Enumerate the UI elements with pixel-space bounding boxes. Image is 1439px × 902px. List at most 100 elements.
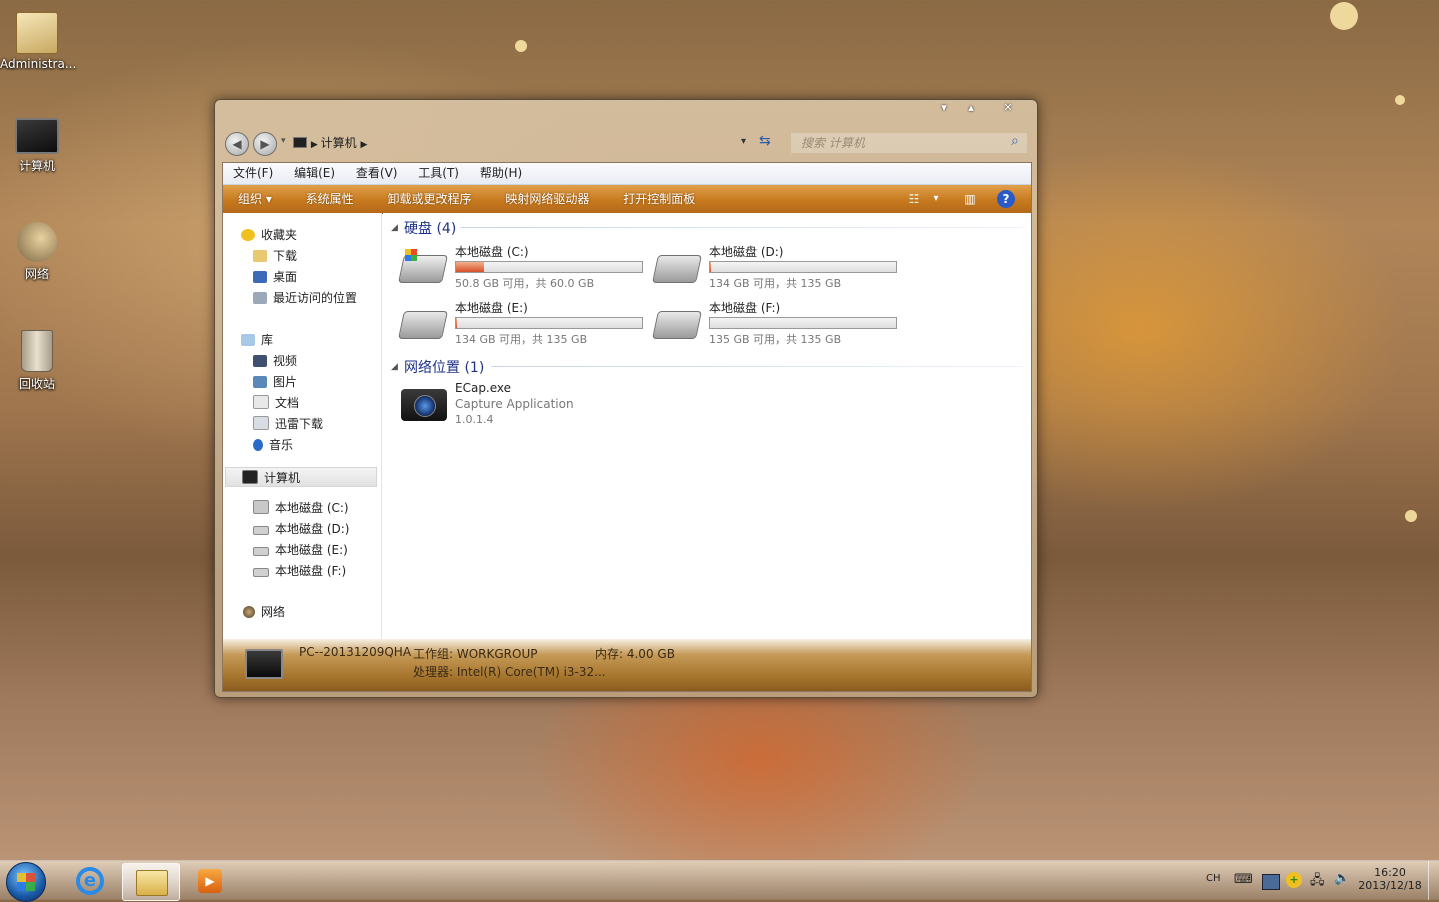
nav-drive-e[interactable]: 本地磁盘 (E:) (253, 540, 348, 560)
uninstall-program-button[interactable]: 卸载或更改程序 (373, 185, 487, 213)
nav-label: 本地磁盘 (E:) (275, 543, 348, 557)
nav-downloads[interactable]: 下载 (253, 246, 297, 266)
drive-info: 134 GB 可用，共 135 GB (709, 277, 842, 290)
computer-icon (15, 118, 59, 154)
tray-app-icon[interactable] (1262, 874, 1280, 890)
nav-desktop[interactable]: 桌面 (253, 267, 297, 287)
network-status-icon[interactable]: 🖧 (1310, 871, 1325, 893)
network-icon (17, 222, 57, 262)
desktop-icon-label: 网络 (24, 267, 49, 281)
explorer-body: 文件(F) 编辑(E) 查看(V) 工具(T) 帮助(H) 组织 ▾ 系统属性 … (222, 162, 1032, 692)
drive-usage-fill (456, 262, 485, 272)
nav-drive-c[interactable]: 本地磁盘 (C:) (253, 498, 349, 518)
map-network-drive-button[interactable]: 映射网络驱动器 (490, 185, 604, 213)
explorer-window: ▾ ▴ ✕ ◀ ▶ ▾ ▶ 计算机 ▶ ▾ ⇆ 搜索 计算机 ⌕ 文件(F) 编… (214, 99, 1038, 698)
taskbar-media-player[interactable]: ▶ (182, 863, 238, 899)
desktop-icon-recycle-bin[interactable]: 回收站 (0, 330, 74, 392)
taskbar-internet-explorer[interactable]: e (62, 863, 118, 899)
language-indicator[interactable]: CH (1206, 873, 1221, 884)
desktop-icon-label: 计算机 (18, 159, 55, 173)
memory: 内存: 4.00 GB (595, 647, 675, 661)
menu-help[interactable]: 帮助(H) (470, 163, 529, 184)
processor: 处理器: Intel(R) Core(TM) i3-32... (413, 665, 606, 679)
clock-date: 2013/12/18 (1358, 879, 1422, 892)
nav-documents[interactable]: 文档 (253, 393, 299, 413)
desktop-icon-network[interactable]: 网络 (0, 222, 74, 282)
organize-button[interactable]: 组织 ▾ (223, 185, 287, 213)
bokeh-light (1330, 2, 1358, 30)
security-shield-icon[interactable]: + (1286, 872, 1302, 888)
network-item-ecap[interactable]: ECap.exe Capture Application 1.0.1.4 (393, 381, 643, 431)
keyboard-icon[interactable]: ⌨ (1234, 872, 1253, 887)
drive-e[interactable]: 本地磁盘 (E:) 134 GB 可用，共 135 GB (393, 299, 643, 349)
back-button[interactable]: ◀ (225, 132, 249, 156)
drive-icon (253, 526, 269, 535)
maximize-button[interactable]: ▴ (958, 100, 984, 116)
nav-thunder-downloads[interactable]: 迅雷下载 (253, 414, 323, 434)
address-row: ◀ ▶ ▾ ▶ 计算机 ▶ ▾ ⇆ 搜索 计算机 ⌕ (223, 130, 1029, 158)
taskbar-windows-explorer[interactable] (122, 863, 180, 901)
nav-music[interactable]: 音乐 (253, 435, 293, 455)
breadcrumb-computer[interactable]: 计算机 (321, 136, 357, 150)
nav-drive-f[interactable]: 本地磁盘 (F:) (253, 561, 346, 581)
collapse-arrow-icon[interactable]: ◢ (391, 223, 398, 233)
search-icon[interactable]: ⌕ (1011, 133, 1019, 149)
system-properties-button[interactable]: 系统属性 (291, 185, 369, 213)
nav-favorites[interactable]: 收藏夹 (241, 225, 297, 245)
nav-recent-places[interactable]: 最近访问的位置 (253, 288, 357, 308)
drive-icon (652, 255, 702, 283)
start-button[interactable] (6, 862, 46, 902)
computer-icon (245, 649, 283, 679)
bokeh-light (1395, 95, 1405, 105)
desktop-icon-computer[interactable]: 计算机 (0, 118, 74, 174)
group-header-hard-disks[interactable]: 硬盘 (4) (404, 218, 456, 238)
recent-pages-dropdown-icon[interactable]: ▾ (281, 136, 286, 146)
menu-view[interactable]: 查看(V) (346, 163, 405, 184)
menu-tools[interactable]: 工具(T) (408, 163, 466, 184)
nav-pictures[interactable]: 图片 (253, 372, 297, 392)
desktop-icon-administrator[interactable]: Administra... (0, 12, 76, 71)
menu-file[interactable]: 文件(F) (223, 163, 280, 184)
document-icon (253, 395, 269, 409)
clock[interactable]: 16:20 2013/12/18 (1358, 866, 1422, 892)
nav-network[interactable]: 网络 (243, 602, 285, 622)
drive-d[interactable]: 本地磁盘 (D:) 134 GB 可用，共 135 GB (647, 243, 897, 293)
drive-info: 134 GB 可用，共 135 GB (455, 333, 588, 346)
refresh-icon[interactable]: ⇆ (759, 133, 771, 149)
search-input[interactable]: 搜索 计算机 (791, 133, 1027, 153)
nav-drive-d[interactable]: 本地磁盘 (D:) (253, 519, 349, 539)
drive-name: 本地磁盘 (D:) (709, 245, 784, 259)
library-folder-icon (253, 416, 269, 430)
breadcrumb-chevron-icon[interactable]: ▶ (360, 140, 367, 150)
view-options-icon[interactable]: ☷ (905, 190, 923, 208)
forward-button[interactable]: ▶ (253, 132, 277, 156)
drive-f[interactable]: 本地磁盘 (F:) 135 GB 可用，共 135 GB (647, 299, 897, 349)
address-bar[interactable]: ▶ 计算机 ▶ (293, 132, 753, 154)
address-history-dropdown-icon[interactable]: ▾ (741, 136, 746, 147)
preview-pane-icon[interactable]: ▥ (961, 190, 979, 208)
minimize-button[interactable]: ▾ (931, 100, 957, 116)
volume-icon[interactable]: 🔈 (1334, 871, 1350, 886)
help-icon[interactable]: ? (997, 190, 1015, 208)
group-header-network-locations[interactable]: 网络位置 (1) (404, 357, 484, 377)
close-button[interactable]: ✕ (995, 100, 1021, 116)
nav-computer[interactable]: 计算机 (225, 467, 377, 487)
drive-icon (652, 311, 702, 339)
open-control-panel-button[interactable]: 打开控制面板 (608, 185, 710, 213)
windows-logo-icon (405, 249, 417, 261)
collapse-arrow-icon[interactable]: ◢ (391, 362, 398, 372)
drive-usage-bar (709, 261, 897, 273)
nav-libraries[interactable]: 库 (241, 330, 273, 350)
nav-videos[interactable]: 视频 (253, 351, 297, 371)
nav-label: 视频 (273, 354, 298, 368)
drive-c[interactable]: 本地磁盘 (C:) 50.8 GB 可用，共 60.0 GB (393, 243, 643, 293)
content-pane: ◢ 硬盘 (4) 本地磁盘 (C:) 50.8 GB 可用，共 60.0 GB … (383, 213, 1031, 639)
pc-name: PC--20131209QHA (299, 645, 412, 659)
drive-usage-bar (709, 317, 897, 329)
view-dropdown-icon[interactable]: ▾ (927, 190, 945, 208)
menu-edit[interactable]: 编辑(E) (284, 163, 342, 184)
nav-label: 库 (261, 333, 274, 347)
nav-label: 音乐 (269, 438, 294, 452)
taskbar: e ▶ CH ⌨ + 🖧 🔈 16:20 2013/12/18 (0, 860, 1439, 902)
show-desktop-button[interactable] (1428, 861, 1439, 900)
